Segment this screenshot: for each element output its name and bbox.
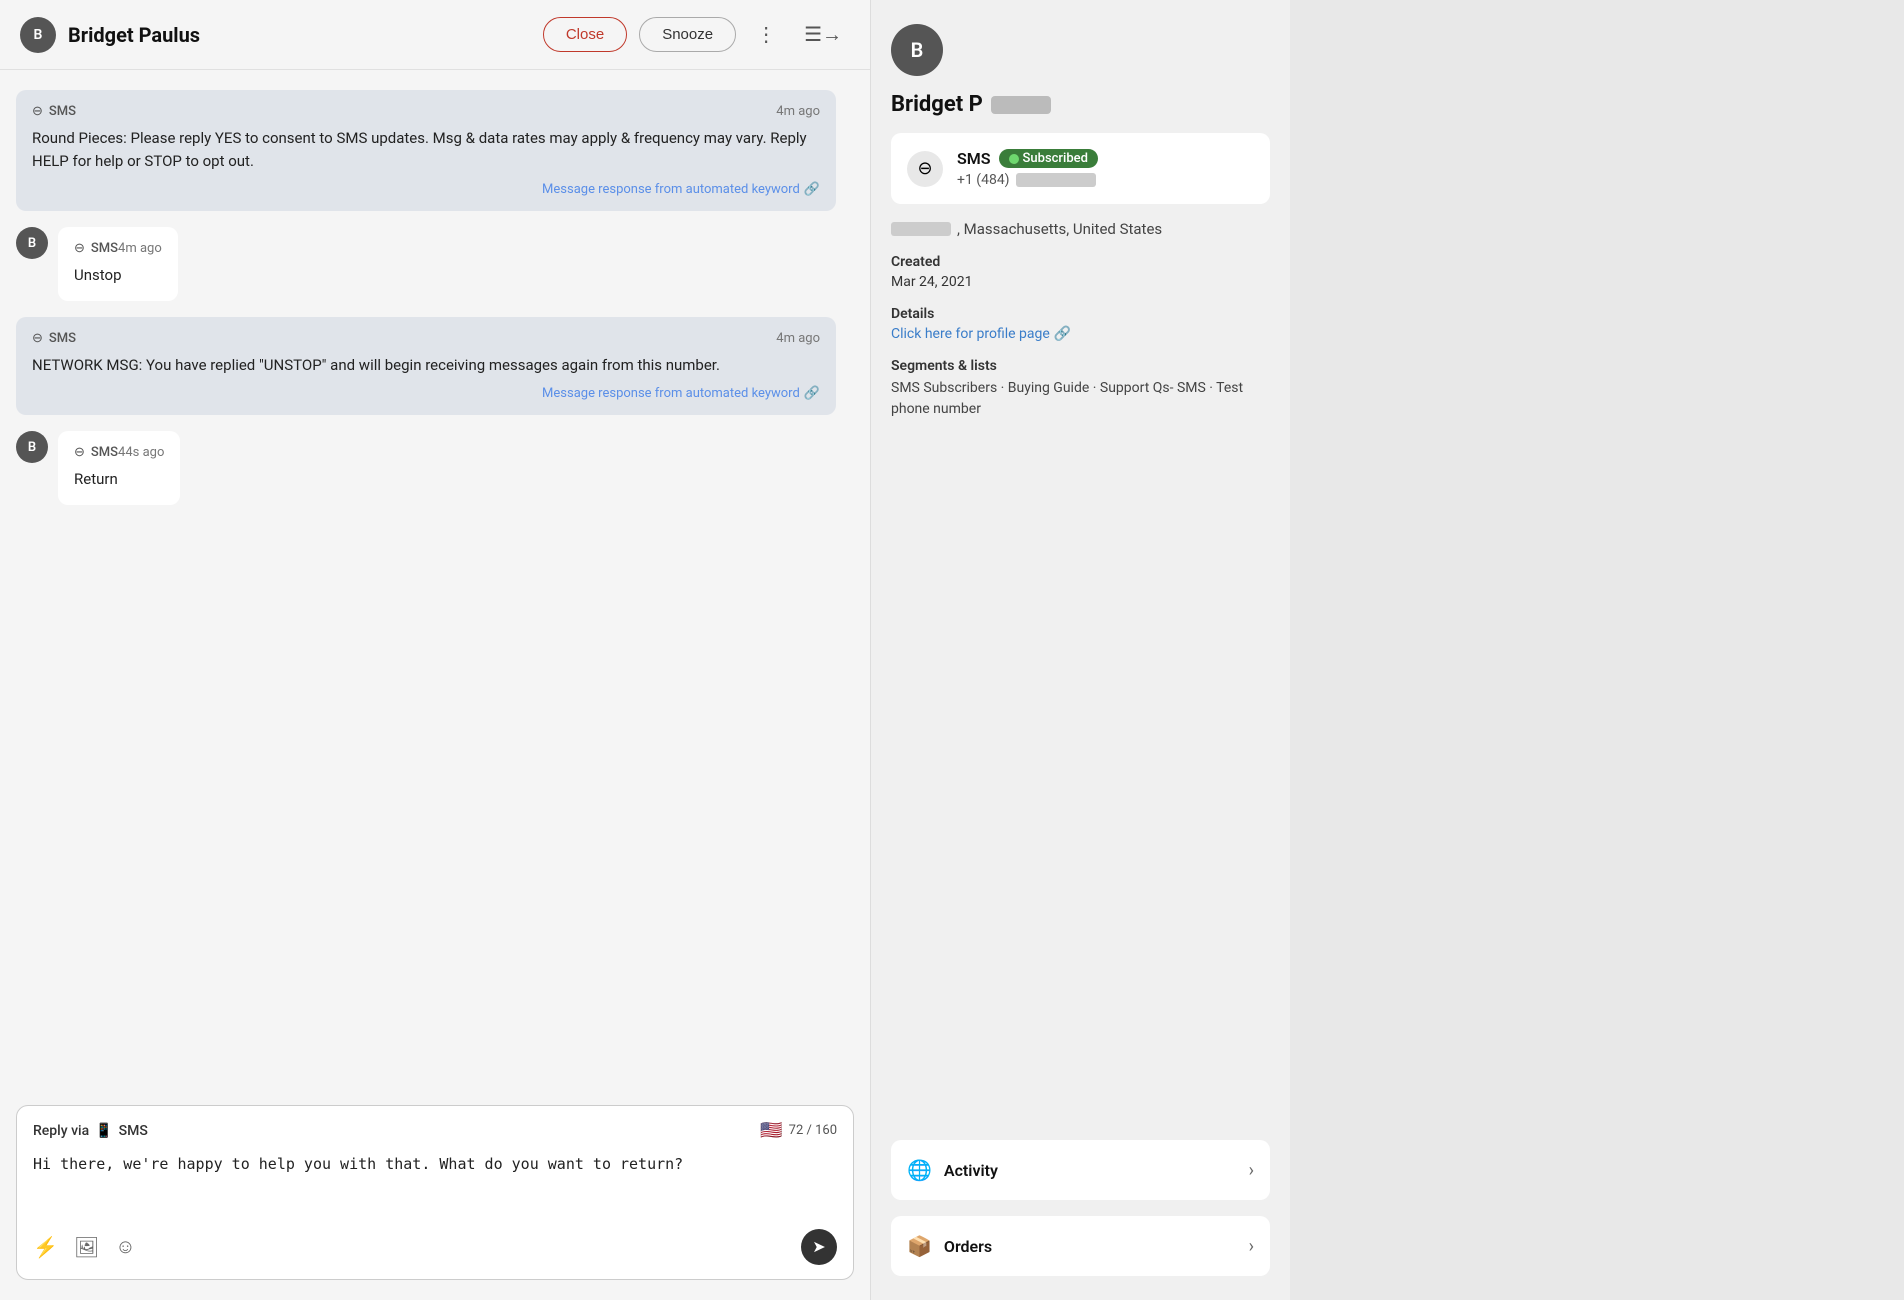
- reply-via: Reply via 📱 SMS: [33, 1123, 148, 1139]
- user-message-row: B ⊖ SMS 4m ago Unstop: [16, 227, 854, 301]
- send-icon: ➤: [812, 1237, 825, 1257]
- sms-label: SMS: [957, 149, 991, 168]
- sms-phone-icon: 📱: [95, 1123, 112, 1139]
- user-avatar: B: [16, 431, 48, 463]
- send-button[interactable]: ➤: [801, 1229, 837, 1265]
- message-header: ⊖ SMS 4m ago: [32, 331, 820, 346]
- flag-icon: 🇺🇸: [760, 1120, 782, 1141]
- message-time: 44s ago: [118, 445, 164, 460]
- name-blur: [991, 96, 1051, 114]
- external-link-icon: 🔗: [1054, 326, 1071, 342]
- sms-channel-icon: ⊖: [32, 331, 43, 346]
- page-title: Bridget Paulus: [68, 23, 531, 47]
- phone-blur: [1016, 173, 1096, 187]
- external-link-icon: 🔗: [804, 182, 820, 197]
- sms-channel-icon: ⊖: [74, 241, 85, 256]
- message-channel: ⊖ SMS: [32, 104, 76, 119]
- contact-avatar: B: [891, 24, 943, 76]
- orders-label: Orders: [944, 1237, 992, 1256]
- message-text: Round Pieces: Please reply YES to consen…: [32, 127, 820, 172]
- message-item: ⊖ SMS 4m ago Round Pieces: Please reply …: [16, 90, 836, 211]
- details-section: Details Click here for profile page 🔗: [891, 306, 1270, 342]
- message-channel: ⊖ SMS: [74, 445, 118, 460]
- contact-panel: B Bridget P ⊖ SMS Subscribed +1 (484) , …: [870, 0, 1290, 1300]
- message-text: Return: [74, 468, 164, 491]
- message-header: ⊖ SMS 4m ago: [74, 241, 162, 256]
- orders-icon: 📦: [907, 1234, 932, 1258]
- activity-icon: 🌐: [907, 1158, 932, 1182]
- image-button[interactable]: 🖼: [74, 1235, 99, 1260]
- created-date: Mar 24, 2021: [891, 274, 1270, 290]
- contact-header: B: [891, 24, 1270, 76]
- location-blur: [891, 222, 951, 236]
- reply-actions: ⚡ 🖼 ☺ ➤: [33, 1229, 837, 1265]
- message-text: Unstop: [74, 264, 162, 287]
- conversation-header: B Bridget Paulus Close Snooze ⋮ ☰→: [0, 0, 870, 70]
- activity-card-left: 🌐 Activity: [907, 1158, 998, 1182]
- created-section: Created Mar 24, 2021: [891, 254, 1270, 290]
- message-header: ⊖ SMS 4m ago: [32, 104, 820, 119]
- external-link-icon: 🔗: [804, 386, 820, 401]
- user-message-item: ⊖ SMS 4m ago Unstop: [58, 227, 178, 301]
- sms-card: ⊖ SMS Subscribed +1 (484): [891, 133, 1270, 204]
- user-message-item: ⊖ SMS 44s ago Return: [58, 431, 180, 505]
- more-options-button[interactable]: ⋮: [748, 18, 784, 51]
- reply-header: Reply via 📱 SMS 🇺🇸 72 / 160: [33, 1120, 837, 1141]
- message-footer: Message response from automated keyword …: [32, 182, 820, 197]
- location-row: , Massachusetts, United States: [891, 220, 1270, 238]
- reply-counter: 🇺🇸 72 / 160: [760, 1120, 837, 1141]
- header-avatar: B: [20, 17, 56, 53]
- close-button[interactable]: Close: [543, 17, 627, 52]
- created-label: Created: [891, 254, 1270, 270]
- messages-area: ⊖ SMS 4m ago Round Pieces: Please reply …: [0, 70, 870, 1093]
- orders-card-left: 📦 Orders: [907, 1234, 992, 1258]
- sms-info: SMS Subscribed +1 (484): [957, 149, 1098, 188]
- user-message-row: B ⊖ SMS 44s ago Return: [16, 431, 854, 505]
- segments-label: Segments & lists: [891, 358, 1270, 374]
- subscribed-badge: Subscribed: [999, 149, 1098, 168]
- reply-box: Reply via 📱 SMS 🇺🇸 72 / 160 ⚡ 🖼 ☺ ➤: [16, 1105, 854, 1280]
- message-item: ⊖ SMS 4m ago NETWORK MSG: You have repli…: [16, 317, 836, 416]
- reply-textarea[interactable]: [33, 1153, 837, 1213]
- profile-page-link[interactable]: Click here for profile page 🔗: [891, 326, 1270, 342]
- message-text: NETWORK MSG: You have replied "UNSTOP" a…: [32, 354, 820, 377]
- lightning-button[interactable]: ⚡: [33, 1235, 58, 1260]
- orders-chevron-icon: ›: [1249, 1236, 1254, 1257]
- filter-icon: ☰→: [804, 22, 842, 47]
- conversation-panel: B Bridget Paulus Close Snooze ⋮ ☰→ ⊖ SMS…: [0, 0, 870, 1300]
- snooze-button[interactable]: Snooze: [639, 17, 736, 52]
- sms-channel-icon: ⊖: [32, 104, 43, 119]
- segments-section: Segments & lists SMS Subscribers · Buyin…: [891, 358, 1270, 420]
- message-time: 4m ago: [776, 104, 820, 119]
- right-spacer: [891, 436, 1270, 1124]
- filter-button[interactable]: ☰→: [796, 18, 850, 51]
- activity-label: Activity: [944, 1161, 998, 1180]
- details-label: Details: [891, 306, 1270, 322]
- sms-card-icon: ⊖: [907, 151, 943, 187]
- phone-row: +1 (484): [957, 172, 1098, 188]
- subscribed-dot: [1009, 154, 1019, 164]
- three-dots-icon: ⋮: [756, 22, 776, 47]
- sms-channel-icon: ⊖: [74, 445, 85, 460]
- reply-icon-group: ⚡ 🖼 ☺: [33, 1235, 136, 1260]
- emoji-button[interactable]: ☺: [115, 1235, 135, 1260]
- contact-name: Bridget P: [891, 92, 1270, 117]
- message-channel: ⊖ SMS: [32, 331, 76, 346]
- message-header: ⊖ SMS 44s ago: [74, 445, 164, 460]
- message-footer: Message response from automated keyword …: [32, 386, 820, 401]
- orders-card[interactable]: 📦 Orders ›: [891, 1216, 1270, 1276]
- message-channel: ⊖ SMS: [74, 241, 118, 256]
- user-avatar: B: [16, 227, 48, 259]
- activity-chevron-icon: ›: [1249, 1160, 1254, 1181]
- segments-text: SMS Subscribers · Buying Guide · Support…: [891, 378, 1270, 420]
- sms-label-row: SMS Subscribed: [957, 149, 1098, 168]
- message-time: 4m ago: [776, 331, 820, 346]
- message-time: 4m ago: [118, 241, 162, 256]
- activity-card[interactable]: 🌐 Activity ›: [891, 1140, 1270, 1200]
